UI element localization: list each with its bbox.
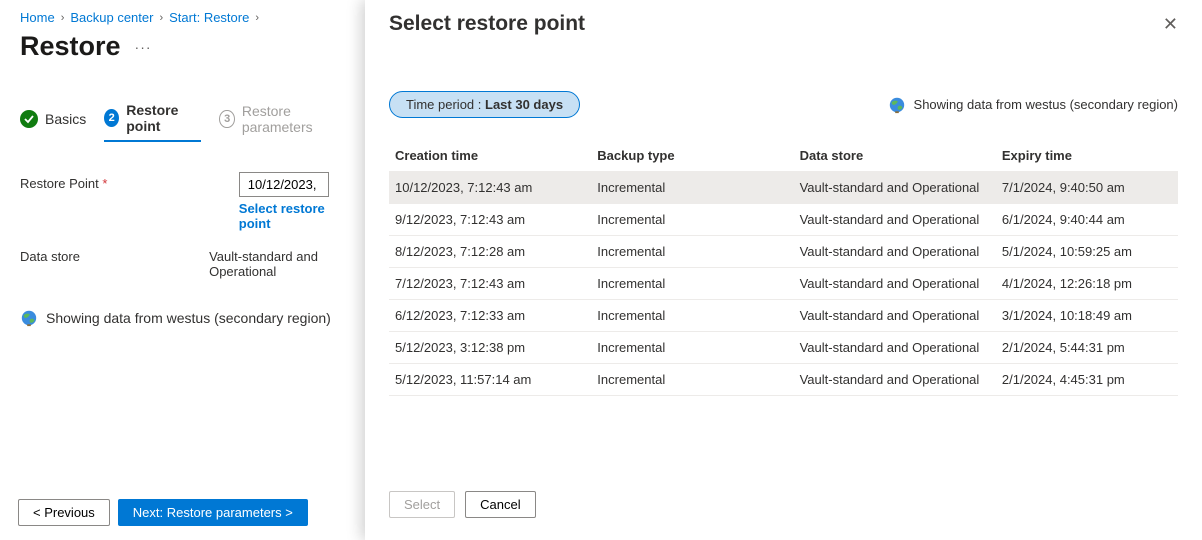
label-text: Restore Point [20, 176, 99, 191]
cell-creation: 8/12/2023, 7:12:28 am [389, 236, 591, 268]
cancel-button[interactable]: Cancel [465, 491, 535, 518]
close-icon[interactable]: ✕ [1163, 14, 1178, 35]
cell-expiry: 7/1/2024, 9:40:50 am [996, 172, 1178, 204]
select-restore-point-link[interactable]: Select restore point [239, 201, 345, 231]
cell-creation: 7/12/2023, 7:12:43 am [389, 268, 591, 300]
page-title-row: Restore ··· [20, 31, 345, 62]
chevron-right-icon: › [255, 12, 259, 24]
restore-point-label: Restore Point * [20, 172, 239, 191]
breadcrumb-backup-center[interactable]: Backup center [70, 10, 153, 25]
wizard-bottom-bar: < Previous Next: Restore parameters > [18, 499, 308, 526]
step-label: Restore parameters [242, 103, 345, 135]
data-store-label: Data store [20, 245, 209, 264]
restore-point-input[interactable] [239, 172, 329, 197]
cell-creation: 5/12/2023, 11:57:14 am [389, 364, 591, 396]
col-data-store[interactable]: Data store [794, 140, 996, 172]
step-label: Basics [45, 111, 86, 127]
cell-type: Incremental [591, 364, 793, 396]
table-row[interactable]: 9/12/2023, 7:12:43 amIncrementalVault-st… [389, 204, 1178, 236]
cell-type: Incremental [591, 300, 793, 332]
cell-store: Vault-standard and Operational [794, 364, 996, 396]
previous-button[interactable]: < Previous [18, 499, 110, 526]
select-restore-point-blade: Select restore point ✕ Time period : Las… [365, 0, 1202, 540]
cell-creation: 10/12/2023, 7:12:43 am [389, 172, 591, 204]
cell-store: Vault-standard and Operational [794, 300, 996, 332]
cell-expiry: 2/1/2024, 5:44:31 pm [996, 332, 1178, 364]
data-store-value: Vault-standard and Operational [209, 245, 345, 279]
chevron-right-icon: › [159, 12, 163, 24]
cell-expiry: 4/1/2024, 12:26:18 pm [996, 268, 1178, 300]
step-label: Restore point [126, 102, 201, 134]
table-row[interactable]: 10/12/2023, 7:12:43 amIncrementalVault-s… [389, 172, 1178, 204]
table-header-row: Creation time Backup type Data store Exp… [389, 140, 1178, 172]
table-row[interactable]: 5/12/2023, 11:57:14 amIncrementalVault-s… [389, 364, 1178, 396]
breadcrumb-home[interactable]: Home [20, 10, 55, 25]
blade-filter-row: Time period : Last 30 days Showing data … [389, 91, 1178, 118]
data-store-row: Data store Vault-standard and Operationa… [20, 245, 345, 279]
cell-expiry: 5/1/2024, 10:59:25 am [996, 236, 1178, 268]
globe-icon [20, 309, 38, 327]
restore-wizard-pane: Home › Backup center › Start: Restore › … [0, 0, 365, 540]
chevron-right-icon: › [61, 12, 65, 24]
cell-type: Incremental [591, 332, 793, 364]
table-row[interactable]: 5/12/2023, 3:12:38 pmIncrementalVault-st… [389, 332, 1178, 364]
step-number-icon: 3 [219, 110, 234, 128]
cell-type: Incremental [591, 172, 793, 204]
pill-value: Last 30 days [485, 97, 563, 112]
blade-title: Select restore point [389, 12, 585, 36]
region-note-right: Showing data from westus (secondary regi… [888, 96, 1178, 114]
cell-creation: 6/12/2023, 7:12:33 am [389, 300, 591, 332]
check-icon [20, 110, 38, 128]
breadcrumb-start-restore[interactable]: Start: Restore [169, 10, 249, 25]
step-number-icon: 2 [104, 109, 119, 127]
cell-expiry: 3/1/2024, 10:18:49 am [996, 300, 1178, 332]
cell-creation: 5/12/2023, 3:12:38 pm [389, 332, 591, 364]
required-asterisk: * [102, 176, 107, 191]
cell-creation: 9/12/2023, 7:12:43 am [389, 204, 591, 236]
blade-footer: Select Cancel [389, 491, 536, 518]
next-button[interactable]: Next: Restore parameters > [118, 499, 308, 526]
region-note-text: Showing data from westus (secondary regi… [914, 97, 1178, 112]
table-row[interactable]: 8/12/2023, 7:12:28 amIncrementalVault-st… [389, 236, 1178, 268]
cell-type: Incremental [591, 236, 793, 268]
table-row[interactable]: 7/12/2023, 7:12:43 amIncrementalVault-st… [389, 268, 1178, 300]
pill-prefix: Time period : [406, 97, 485, 112]
cell-store: Vault-standard and Operational [794, 236, 996, 268]
cell-expiry: 6/1/2024, 9:40:44 am [996, 204, 1178, 236]
page-title: Restore [20, 31, 121, 62]
col-expiry-time[interactable]: Expiry time [996, 140, 1178, 172]
cell-store: Vault-standard and Operational [794, 204, 996, 236]
table-row[interactable]: 6/12/2023, 7:12:33 amIncrementalVault-st… [389, 300, 1178, 332]
restore-point-value: Select restore point [239, 172, 345, 231]
cell-type: Incremental [591, 204, 793, 236]
globe-icon [888, 96, 906, 114]
time-period-pill[interactable]: Time period : Last 30 days [389, 91, 580, 118]
region-note-left: Showing data from westus (secondary regi… [20, 309, 345, 327]
cell-store: Vault-standard and Operational [794, 172, 996, 204]
col-backup-type[interactable]: Backup type [591, 140, 793, 172]
cell-store: Vault-standard and Operational [794, 332, 996, 364]
cell-expiry: 2/1/2024, 4:45:31 pm [996, 364, 1178, 396]
step-basics[interactable]: Basics [20, 110, 86, 134]
step-restore-parameters[interactable]: 3 Restore parameters [219, 103, 345, 141]
restore-points-table: Creation time Backup type Data store Exp… [389, 140, 1178, 396]
restore-point-row: Restore Point * Select restore point [20, 172, 345, 231]
more-actions-icon[interactable]: ··· [135, 39, 152, 55]
blade-header: Select restore point ✕ [389, 12, 1178, 36]
breadcrumb: Home › Backup center › Start: Restore › [20, 10, 345, 25]
cell-store: Vault-standard and Operational [794, 268, 996, 300]
select-button[interactable]: Select [389, 491, 455, 518]
step-restore-point[interactable]: 2 Restore point [104, 102, 201, 142]
cell-type: Incremental [591, 268, 793, 300]
col-creation-time[interactable]: Creation time [389, 140, 591, 172]
region-note-text: Showing data from westus (secondary regi… [46, 310, 331, 326]
wizard-steps: Basics 2 Restore point 3 Restore paramet… [20, 102, 345, 142]
